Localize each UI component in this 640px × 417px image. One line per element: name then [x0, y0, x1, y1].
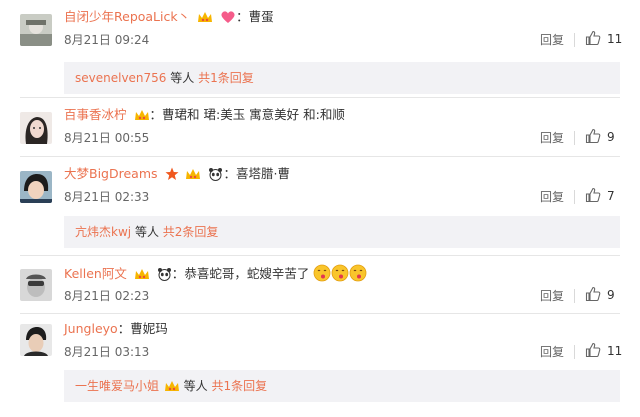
crown-badge-icon [134, 267, 150, 286]
divider [20, 97, 620, 98]
comment-time: 8月21日 03:13 [64, 345, 150, 359]
avatar[interactable] [20, 14, 52, 46]
thumbs-up-icon [585, 342, 601, 358]
avatar-image [20, 171, 52, 203]
avatar-image [20, 324, 52, 356]
separator [574, 345, 575, 359]
like-count: 11 [607, 344, 623, 358]
like-count: 9 [607, 288, 615, 302]
username-link[interactable]: Jungleyo [64, 321, 118, 336]
like-button[interactable]: 11 [585, 29, 625, 49]
divider [20, 156, 620, 157]
colon: ： [117, 321, 131, 336]
deng-ren-label: 等人 [183, 379, 208, 393]
crown-badge-icon [197, 10, 213, 29]
thumbs-up-icon [585, 286, 601, 302]
username-link[interactable]: Kellen阿文 [64, 266, 127, 281]
comment-time: 8月21日 02:33 [64, 190, 150, 204]
colon: ： [223, 166, 236, 181]
avatar[interactable] [20, 269, 52, 301]
comment-text: 曹珺和 珺:美玉 寓意美好 和:和顺 [162, 107, 345, 122]
heart-badge-icon [220, 10, 236, 29]
deng-ren-label: 等人 [134, 225, 159, 239]
avatar-image [20, 14, 52, 46]
kiss-face-icon [331, 264, 349, 287]
comment-text: 曹蛋 [248, 9, 274, 24]
like-count: 7 [607, 189, 615, 203]
kiss-face-icon [349, 264, 367, 287]
like-count: 9 [607, 130, 615, 144]
colon: ： [236, 9, 249, 24]
sub-reply-box: 一生唯爱马小姐 等人 共1条回复 [64, 370, 620, 402]
like-button[interactable]: 9 [585, 127, 625, 147]
crown-badge-icon [134, 108, 150, 127]
comment-text: 喜塔腊·曹 [235, 166, 290, 181]
sub-reply-user[interactable]: 亢炜杰kwj [75, 225, 131, 239]
colon: ： [171, 266, 185, 281]
sub-reply-box: 亢炜杰kwj 等人 共2条回复 [64, 216, 620, 248]
like-button[interactable]: 11 [585, 341, 625, 361]
avatar-image [20, 269, 52, 301]
sub-reply-box: sevenelven756 等人 共1条回复 [64, 62, 620, 94]
reply-button[interactable]: 回复 [540, 32, 564, 48]
sub-reply-count-link[interactable]: 共2条回复 [163, 225, 219, 239]
panda-badge-icon [208, 167, 223, 186]
panda-badge-icon [157, 267, 172, 286]
username-link[interactable]: 大梦BigDreams [64, 166, 158, 181]
crown-badge-icon [164, 373, 180, 405]
reply-button[interactable]: 回复 [540, 130, 564, 146]
separator [574, 190, 575, 204]
comment-feed: 自闭少年RepoaLick丶 ：曹蛋 8月21日 09:24 回复 11 sev… [0, 0, 640, 417]
avatar[interactable] [20, 324, 52, 356]
separator [574, 289, 575, 303]
comment-time: 8月21日 00:55 [64, 131, 150, 145]
comment-text: 曹妮玛 [130, 321, 168, 336]
thumbs-up-icon [585, 128, 601, 144]
comment-time: 8月21日 02:23 [64, 289, 150, 303]
divider [20, 255, 620, 256]
thumbs-up-icon [585, 187, 601, 203]
kiss-face-icon [313, 264, 331, 287]
star-badge-icon [165, 167, 179, 186]
reply-button[interactable]: 回复 [540, 344, 564, 360]
like-count: 11 [607, 32, 623, 46]
reply-button[interactable]: 回复 [540, 288, 564, 304]
crown-badge-icon [185, 167, 201, 186]
sub-reply-count-link[interactable]: 共1条回复 [212, 379, 268, 393]
username-link[interactable]: 自闭少年RepoaLick丶 [64, 9, 190, 24]
separator [574, 33, 575, 47]
colon: ： [149, 107, 163, 122]
comment-text: 恭喜蛇哥，蛇嫂辛苦了 [184, 266, 310, 281]
sub-reply-user[interactable]: 一生唯爱马小姐 [75, 379, 159, 393]
comment-time: 8月21日 09:24 [64, 33, 150, 47]
thumbs-up-icon [585, 30, 601, 46]
divider [20, 313, 620, 314]
username-link[interactable]: 百事香冰柠 [64, 107, 127, 122]
reply-button[interactable]: 回复 [540, 189, 564, 205]
separator [574, 131, 575, 145]
avatar-image [20, 112, 52, 144]
like-button[interactable]: 9 [585, 285, 625, 305]
avatar[interactable] [20, 171, 52, 203]
deng-ren-label: 等人 [170, 71, 195, 85]
sub-reply-user[interactable]: sevenelven756 [75, 71, 166, 85]
like-button[interactable]: 7 [585, 186, 625, 206]
avatar[interactable] [20, 112, 52, 144]
sub-reply-count-link[interactable]: 共1条回复 [198, 71, 254, 85]
